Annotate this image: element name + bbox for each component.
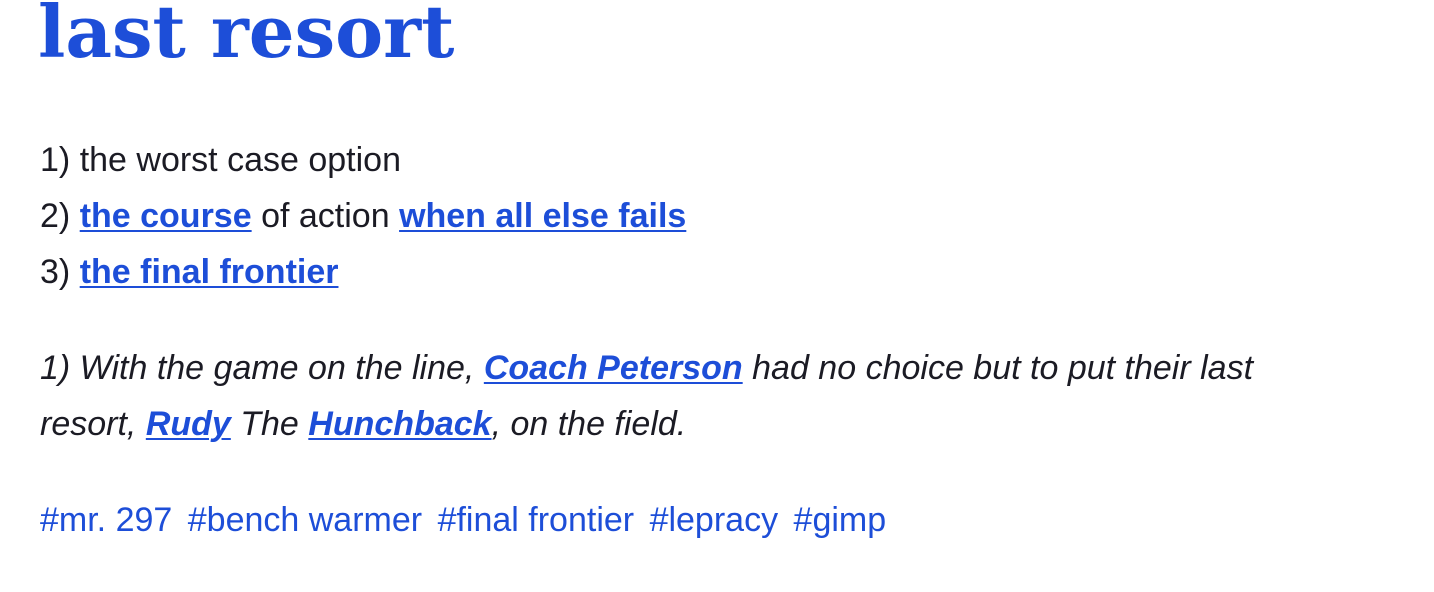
tag-link[interactable]: #gimp <box>794 501 887 539</box>
example-text: resort, <box>40 405 146 443</box>
example-line-2: resort, Rudy The Hunchback, on the field… <box>40 396 1380 452</box>
meaning-text: the worst case option <box>79 141 401 179</box>
tag-link[interactable]: #mr. 297 <box>40 501 172 539</box>
meaning-number: 1) <box>40 141 80 179</box>
tag-link[interactable]: #bench warmer <box>188 501 422 539</box>
meaning-text: of action <box>251 197 400 235</box>
link-the-final-frontier[interactable]: the final frontier <box>80 253 339 291</box>
link-when-all-else-fails[interactable]: when all else fails <box>399 197 686 235</box>
meaning-number: 2) <box>40 197 80 235</box>
meaning-line-3: 3) the final frontier <box>40 244 686 300</box>
definition-example: 1) With the game on the line, Coach Pete… <box>40 340 1380 452</box>
definition-meaning: 1) the worst case option 2) the course o… <box>40 132 686 300</box>
example-line-1: 1) With the game on the line, Coach Pete… <box>40 340 1380 396</box>
link-the-course[interactable]: the course <box>80 197 252 235</box>
link-hunchback[interactable]: Hunchback <box>308 405 491 443</box>
example-text: , on the field. <box>491 405 687 443</box>
tag-link[interactable]: #final frontier <box>438 501 635 539</box>
link-coach-peterson[interactable]: Coach Peterson <box>484 349 743 387</box>
meaning-line-2: 2) the course of action when all else fa… <box>40 188 686 244</box>
meaning-line-1: 1) the worst case option <box>40 132 686 188</box>
word-title[interactable]: last resort <box>38 0 454 68</box>
example-text: The <box>230 405 309 443</box>
tag-list: #mr. 297 #bench warmer #final frontier #… <box>40 492 892 548</box>
meaning-number: 3) <box>40 253 80 291</box>
example-text: had no choice but to put their last <box>742 349 1254 387</box>
link-rudy[interactable]: Rudy <box>146 405 231 443</box>
example-text: 1) With the game on the line, <box>40 349 484 387</box>
tag-link[interactable]: #lepracy <box>650 501 779 539</box>
